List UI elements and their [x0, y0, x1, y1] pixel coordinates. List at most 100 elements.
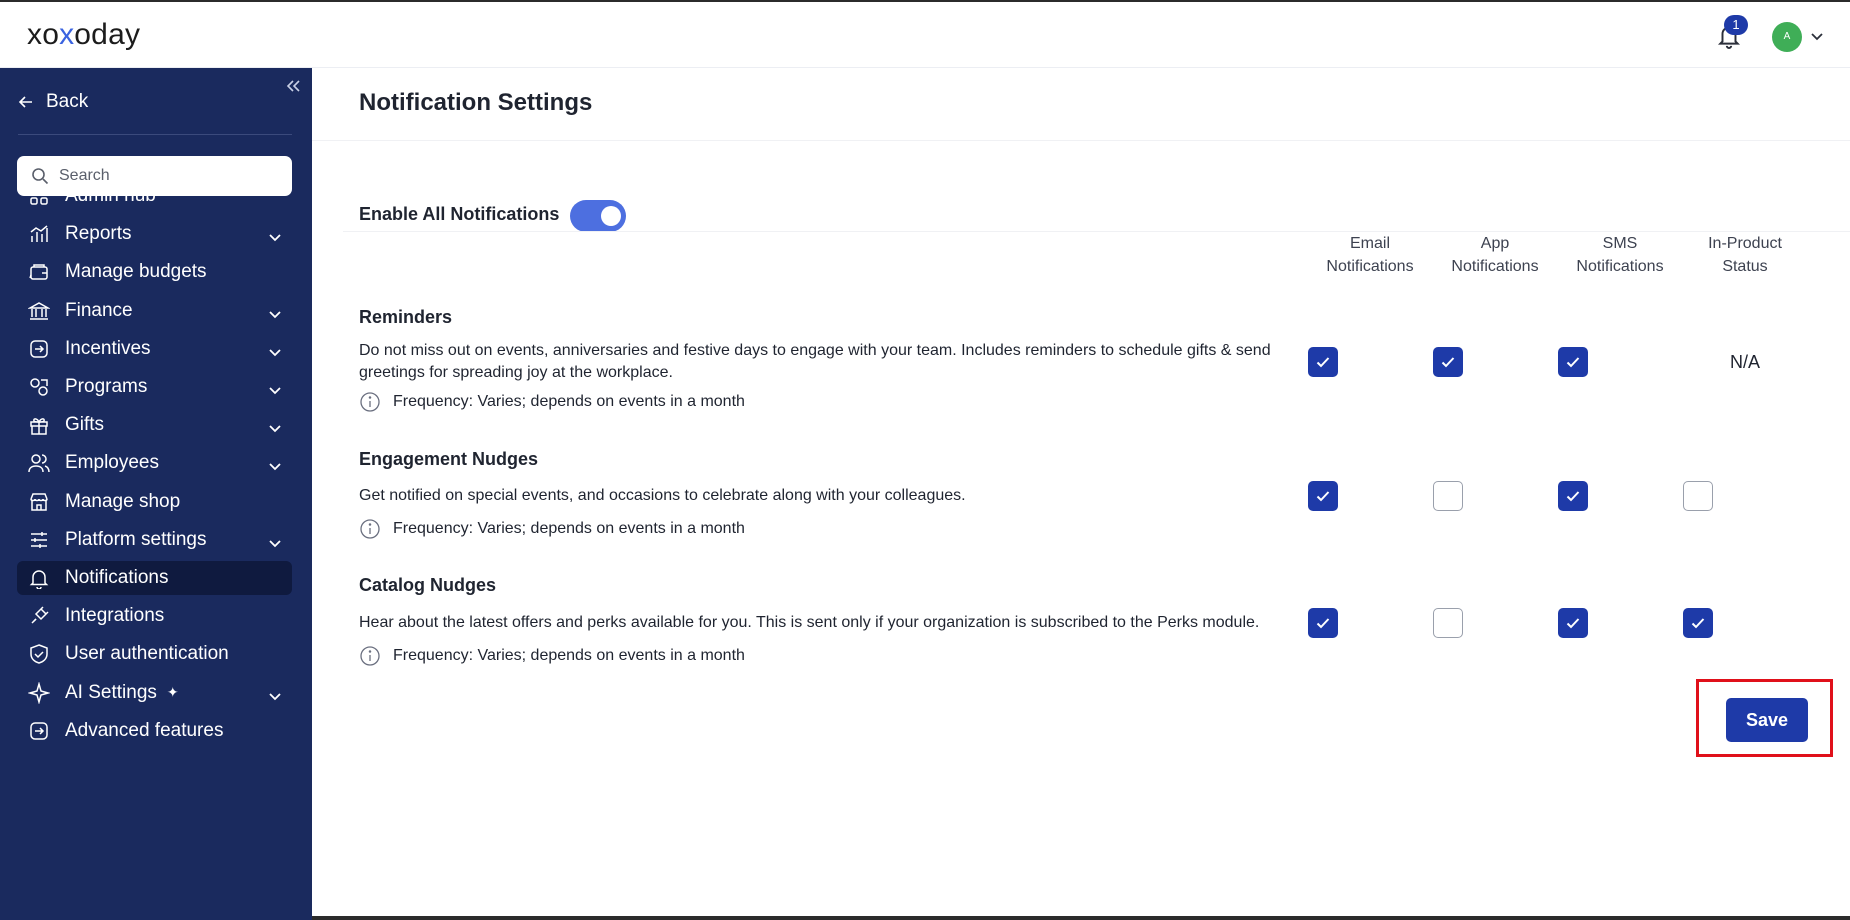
sidebar-item-employees[interactable]: Employees — [17, 446, 292, 480]
frequency-catalog-nudges: Frequency: Varies; depends on events in … — [359, 645, 745, 667]
chevron-down-icon[interactable] — [268, 687, 282, 700]
sidebar-item-advanced-features[interactable]: Advanced features — [17, 714, 292, 748]
section-description-reminders: Do not miss out on events, anniversaries… — [359, 342, 1271, 381]
chevron-down-icon[interactable] — [268, 305, 282, 318]
sidebar-item-label: Incentives — [65, 337, 151, 359]
advanced-icon — [27, 719, 51, 743]
enable-all-label: Enable All Notifications — [359, 204, 560, 224]
sidebar-item-platform-settings[interactable]: Platform settings — [17, 523, 292, 557]
sidebar-item-programs[interactable]: Programs — [17, 370, 292, 404]
engagement-in-product-checkbox[interactable] — [1683, 481, 1713, 511]
sidebar-item-notifications[interactable]: Notifications — [17, 561, 292, 595]
sidebar-item-label: Manage shop — [65, 490, 181, 512]
section-description-engagement-nudges: Get notified on special events, and occa… — [359, 487, 966, 504]
sidebar-item-label: Programs — [65, 376, 148, 397]
shield-icon — [27, 642, 51, 666]
notification-count-badge: 1 — [1724, 15, 1748, 35]
plug-icon — [27, 604, 51, 628]
sidebar-item-label: AI Settings — [65, 681, 157, 703]
back-label: Back — [46, 91, 89, 112]
info-icon — [360, 519, 380, 539]
chevron-down-icon[interactable] — [268, 228, 282, 242]
reminders-email-checkbox[interactable] — [1308, 347, 1338, 377]
collapse-sidebar-icon[interactable] — [284, 78, 302, 94]
avatar[interactable]: A — [1772, 22, 1802, 52]
save-button[interactable]: Save — [1726, 698, 1808, 742]
bar-chart-icon — [27, 222, 51, 246]
sidebar-divider — [18, 134, 292, 135]
incentive-icon — [27, 337, 51, 361]
ai-sparkle-icon: ✦ — [166, 684, 179, 701]
frequency-reminders: Frequency: Varies; depends on events in … — [359, 391, 745, 413]
sidebar-item-label: Manage budgets — [65, 261, 207, 283]
section-title-catalog-nudges: Catalog Nudges — [359, 575, 497, 595]
frequency-engagement-nudges: Frequency: Varies; depends on events in … — [359, 518, 745, 540]
column-header-sms: SMS Notifications — [1576, 235, 1664, 275]
top-bar: xoxoday 1 A — [0, 0, 1850, 68]
sidebar-item-label: Integrations — [65, 605, 165, 627]
catalog-sms-checkbox[interactable] — [1558, 608, 1588, 638]
sidebar-item-manage-budgets[interactable]: Manage budgets — [17, 255, 292, 289]
chevron-down-icon[interactable] — [268, 343, 282, 357]
reminders-in-product-status: N/A — [1729, 352, 1760, 372]
users-icon — [27, 451, 51, 475]
sidebar-item-integrations[interactable]: Integrations — [17, 599, 292, 633]
sidebar-item-label: Admin hub — [65, 185, 156, 206]
xoxoday-logo[interactable]: xoxoday — [27, 18, 140, 52]
catalog-app-checkbox[interactable] — [1433, 608, 1463, 638]
bank-icon — [27, 299, 51, 323]
sidebar-item-admin-hub[interactable]: Admin hub — [17, 179, 292, 213]
sidebar-item-label: Notifications — [65, 567, 169, 588]
chevron-down-icon[interactable] — [268, 419, 282, 433]
info-icon — [360, 646, 380, 666]
sidebar-item-gifts[interactable]: Gifts — [17, 408, 292, 442]
reminders-sms-checkbox[interactable] — [1558, 347, 1588, 377]
catalog-email-checkbox[interactable] — [1308, 608, 1338, 638]
sidebar-item-label: Reports — [65, 223, 132, 245]
sidebar-item-label: Employees — [65, 452, 159, 474]
grid-icon — [27, 184, 51, 208]
chevron-down-icon[interactable] — [268, 534, 282, 548]
bell-icon — [27, 566, 51, 590]
sidebar-item-label: Finance — [65, 299, 133, 321]
column-header-in-product: In-Product Status — [1708, 235, 1782, 275]
section-title-reminders: Reminders — [359, 307, 453, 327]
shop-icon — [27, 490, 51, 514]
sidebar-item-finance[interactable]: Finance — [17, 294, 292, 328]
sidebar-item-label: Gifts — [65, 414, 105, 436]
section-title-engagement-nudges: Engagement Nudges — [359, 449, 539, 469]
gift-icon — [27, 413, 51, 437]
column-header-email: Email Notifications — [1326, 235, 1414, 275]
section-description-catalog-nudges: Hear about the latest offers and perks a… — [359, 614, 1260, 631]
chevron-down-icon[interactable] — [268, 457, 282, 471]
reminders-app-checkbox[interactable] — [1433, 347, 1463, 377]
sidebar-item-manage-shop[interactable]: Manage shop — [17, 485, 292, 519]
engagement-app-checkbox[interactable] — [1433, 481, 1463, 511]
back-button[interactable]: Back — [18, 90, 88, 114]
sidebar-item-label: User authentication — [65, 643, 229, 665]
programs-icon — [27, 375, 51, 399]
sidebar-item-user-authentication[interactable]: User authentication — [17, 637, 292, 671]
engagement-email-checkbox[interactable] — [1308, 481, 1338, 511]
sidebar-item-reports[interactable]: Reports — [17, 217, 292, 251]
catalog-in-product-checkbox[interactable] — [1683, 608, 1713, 638]
sidebar: Back Search Admin hub Reports Manage budge… — [0, 68, 312, 920]
info-icon — [360, 392, 380, 412]
chevron-down-icon[interactable] — [1810, 30, 1824, 42]
sidebar-item-label: Platform settings — [65, 528, 207, 550]
arrow-left-icon — [18, 96, 32, 108]
sidebar-item-ai-settings[interactable]: AI Settings ✦ — [17, 676, 292, 710]
title-divider — [312, 140, 1850, 141]
engagement-sms-checkbox[interactable] — [1558, 481, 1588, 511]
sparkle-icon — [27, 681, 51, 705]
column-header-app: App Notifications — [1451, 235, 1539, 275]
sidebar-item-incentives[interactable]: Incentives — [17, 332, 292, 366]
wallet-icon — [27, 260, 51, 284]
bottom-edge — [312, 916, 1850, 920]
sidebar-item-label: Advanced features — [65, 719, 224, 741]
page-title: Notification Settings — [359, 89, 593, 116]
sliders-icon — [27, 528, 51, 552]
chevron-down-icon[interactable] — [268, 381, 282, 395]
toggle-knob — [601, 206, 621, 226]
enable-all-toggle[interactable] — [570, 200, 626, 232]
